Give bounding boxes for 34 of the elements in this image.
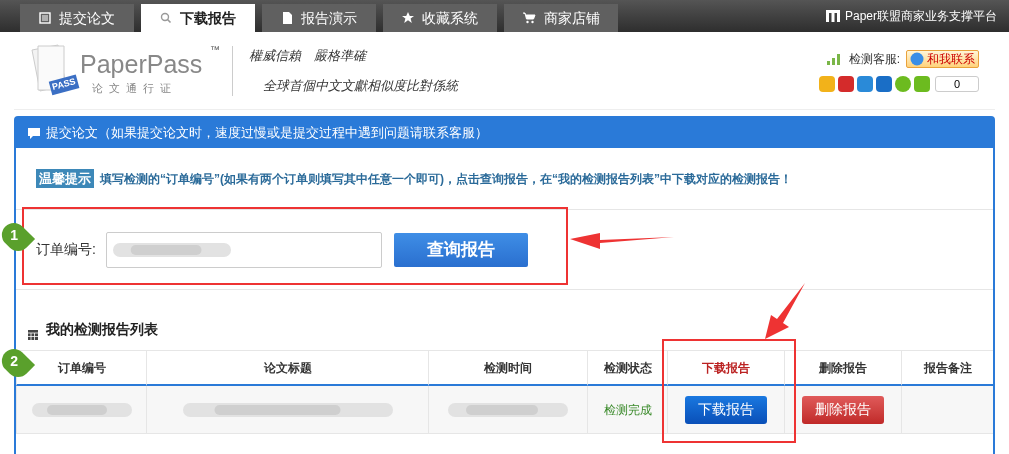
logo-name: PaperPass: [80, 48, 203, 80]
nav-tab[interactable]: 下载报告: [141, 4, 255, 32]
panel-title: 提交论文（如果提交论文时，速度过慢或是提交过程中遇到问题请联系客服）: [46, 124, 488, 143]
contact-button[interactable]: 和我联系: [906, 49, 979, 68]
logo-icon: [825, 10, 840, 22]
platform-name: Paper联盟商家业务支撑平台: [844, 8, 997, 25]
nav-tab[interactable]: 提交论文: [20, 4, 134, 32]
star-icon: [402, 12, 414, 24]
order-input[interactable]: [105, 231, 382, 268]
slogan: 全球首個中文文獻相似度比對係統: [263, 77, 458, 95]
delete-button[interactable]: 删除报告: [802, 395, 884, 424]
download-button[interactable]: 下载报告: [685, 395, 767, 424]
list-title: 我的检测报告列表: [46, 320, 158, 339]
slogan: 權威信賴 嚴格準確: [249, 46, 369, 65]
nav-tab[interactable]: 报告演示: [262, 4, 376, 32]
list-icon: [39, 12, 51, 24]
cart-icon: [522, 12, 536, 24]
order-label: 订单编号:: [36, 240, 96, 259]
trademark: ™: [210, 42, 220, 57]
service-label: 检测客服:: [848, 50, 900, 68]
nav-tab[interactable]: 收藏系统: [383, 4, 497, 32]
status-text: 检测完成: [603, 401, 652, 419]
tip-text: 填写检测的“订单编号”(如果有两个订单则填写其中任意一个即可)，点击查询报告，在“我的检测报告列表”中下载对应的检测报告！: [100, 170, 792, 188]
file-icon: [281, 12, 293, 24]
comment-icon: [28, 127, 40, 139]
query-button[interactable]: 查询报告: [393, 232, 528, 267]
tip-badge: 温馨提示: [36, 168, 94, 189]
share-count: 0: [935, 75, 979, 92]
nav-tab[interactable]: 商家店铺: [504, 4, 618, 32]
search-icon: [160, 12, 172, 24]
signal-icon: [826, 52, 843, 65]
calendar-icon: [28, 330, 38, 340]
arrow: [765, 283, 805, 339]
logo-subtitle: 论文通行证: [92, 80, 177, 96]
